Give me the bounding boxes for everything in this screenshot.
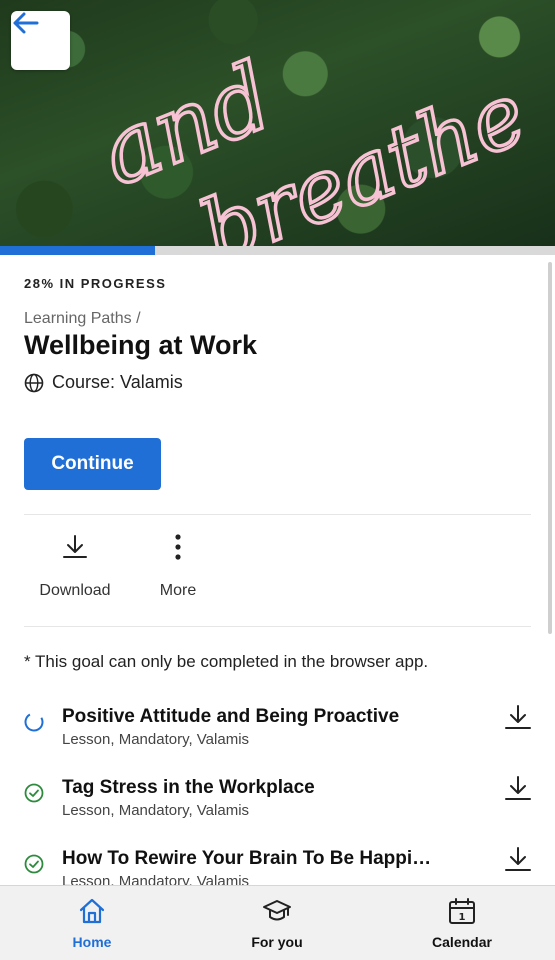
item-title: Tag Stress in the Workplace: [62, 777, 315, 798]
item-subtitle: Lesson, Mandatory, Valamis: [62, 802, 250, 819]
divider: [24, 626, 531, 627]
nav-item-for-you[interactable]: For you: [217, 896, 337, 950]
continue-button[interactable]: Continue: [24, 438, 161, 490]
download-action[interactable]: Download: [33, 532, 117, 600]
scrollbar[interactable]: [548, 262, 552, 634]
progress-bar: [0, 246, 555, 255]
check-circle-icon: [24, 854, 44, 874]
globe-icon: [24, 373, 44, 392]
course-label: Course: Valamis: [52, 372, 183, 392]
nav-label-calendar: Calendar: [432, 934, 492, 950]
breadcrumb[interactable]: Learning Paths /: [24, 310, 141, 328]
nav-item-home[interactable]: Home: [32, 896, 152, 950]
calendar-icon: 1: [449, 898, 475, 924]
list-item[interactable]: Tag Stress in the Workplace Lesson, Mand…: [0, 776, 555, 837]
item-title: Positive Attitude and Being Proactive: [62, 706, 400, 727]
item-title: How To Rewire Your Brain To Be Happi…: [62, 848, 432, 869]
nav-item-calendar[interactable]: 1 Calendar: [402, 896, 522, 950]
download-icon[interactable]: [503, 702, 533, 732]
in-progress-icon: [24, 712, 44, 732]
nav-label-home: Home: [72, 934, 112, 950]
back-button[interactable]: [11, 11, 70, 70]
page-title: Wellbeing at Work: [24, 330, 258, 360]
download-icon: [63, 535, 87, 558]
bottom-nav: Home For you 1 Calendar: [0, 885, 555, 960]
course-line: Course: Valamis: [24, 372, 183, 393]
download-icon[interactable]: [503, 773, 533, 803]
hero-image: and breathe: [0, 0, 555, 246]
item-subtitle: Lesson, Mandatory, Valamis: [62, 731, 250, 748]
progress-bar-fill: [0, 246, 156, 255]
download-icon[interactable]: [503, 844, 533, 874]
nav-label-for-you: For you: [251, 934, 303, 950]
list-item[interactable]: Positive Attitude and Being Proactive Le…: [0, 705, 555, 766]
neon-sign-art: and breathe: [84, 41, 541, 246]
svg-text:1: 1: [459, 912, 466, 923]
more-action[interactable]: More: [148, 532, 208, 600]
graduation-cap-icon: [263, 900, 291, 921]
home-icon: [79, 898, 105, 924]
check-circle-icon: [24, 783, 44, 803]
browser-only-note: * This goal can only be completed in the…: [24, 652, 429, 671]
divider: [24, 514, 531, 515]
progress-label: 28% IN PROGRESS: [24, 276, 167, 291]
arrow-left-icon: [13, 12, 39, 34]
download-label: Download: [39, 582, 111, 599]
more-vertical-icon: [175, 534, 181, 560]
more-label: More: [159, 582, 197, 599]
